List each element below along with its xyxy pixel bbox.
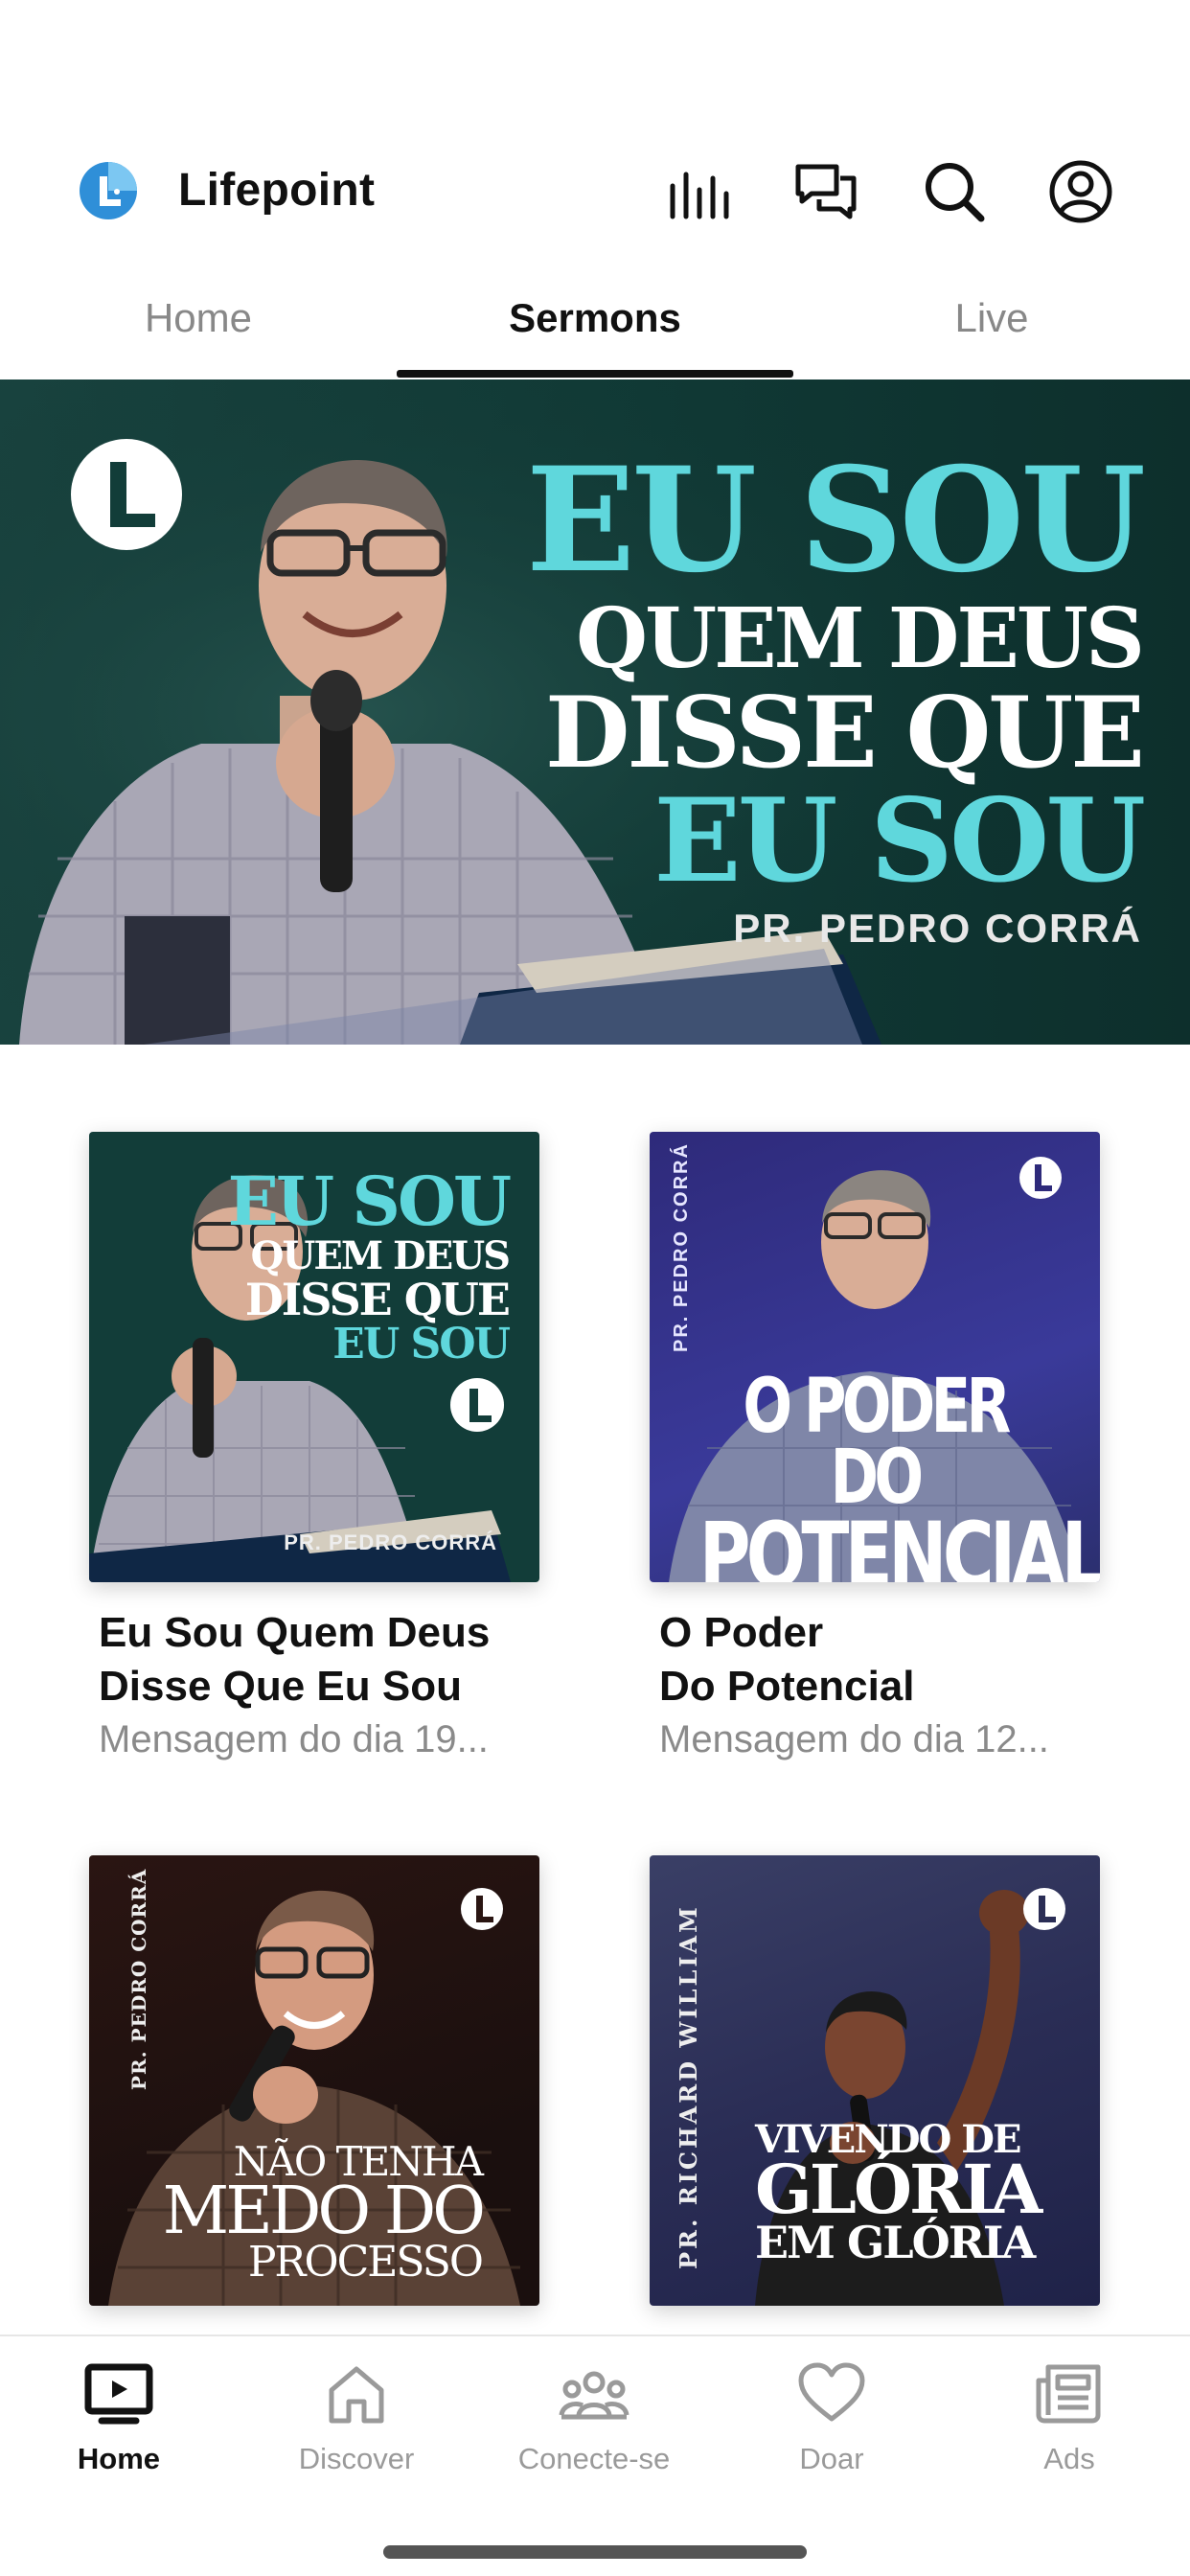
newspaper-icon [1036, 2364, 1101, 2424]
cover-1-title: EU SOU QUEM DEUS DISSE QUE EU SOU [227, 1162, 512, 1368]
app-title: Lifepoint [178, 165, 376, 216]
sermon-title-2-line-1: O Poder [659, 1609, 824, 1656]
profile-icon[interactable] [1046, 157, 1115, 226]
sermon-subtitle-1: Mensagem do dia 19... [99, 1718, 489, 1760]
cover-3-line-2: MEDO DO [162, 2173, 486, 2249]
sermon-cover-3[interactable]: PR. PEDRO CORRÁ NÃO TENHA MEDO DO PROCES… [89, 1855, 539, 2306]
stats-icon[interactable] [665, 157, 734, 226]
cover-2-speaker: PR. PEDRO CORRÁ [671, 1142, 692, 1352]
nav-ads[interactable]: Ads [950, 2358, 1188, 2501]
nav-ads-label: Ads [1043, 2442, 1095, 2475]
sermon-title-1-line-1: Eu Sou Quem Deus [99, 1609, 491, 1656]
cover-4-speaker: PR. RICHARD WILLIAM [675, 1904, 702, 2269]
nav-home[interactable]: Home [0, 2358, 238, 2501]
app-header: Lifepoint [0, 144, 1190, 240]
hero-title-block: EU SOU QUEM DEUS DISSE QUE EU SOU PR. PE… [525, 436, 1146, 951]
nav-discover-label: Discover [298, 2442, 415, 2475]
sermon-cover-1[interactable]: EU SOU QUEM DEUS DISSE QUE EU SOU PR. PE… [89, 1132, 539, 1582]
nav-discover[interactable]: Discover [238, 2358, 475, 2501]
hero-line-2: QUEM DEUS [576, 590, 1145, 687]
nav-conecte-se-label: Conecte-se [517, 2442, 671, 2475]
bottom-nav: Home Discover Conecte-se Doar Ads [0, 2334, 1190, 2576]
cover-2-title: O PODER DO POTENCIAL [650, 1364, 1100, 1582]
home-indicator [383, 2545, 807, 2559]
sermon-cover-4[interactable]: PR. RICHARD WILLIAM VIVENDO DE GLÓRIA EM… [650, 1855, 1100, 2306]
cover-1-line-4: EU SOU [332, 1320, 511, 1368]
cover-1-line-2: QUEM DEUS [250, 1233, 511, 1278]
heart-icon [798, 2362, 865, 2422]
nav-conecte-se[interactable]: Conecte-se [475, 2358, 713, 2501]
cover-2-line-1: O PODER DO [743, 1364, 1011, 1522]
lifepoint-logo [80, 162, 137, 219]
nav-home-label: Home [77, 2442, 161, 2475]
sermon-cover-2[interactable]: PR. PEDRO CORRÁ O PODER DO POTENCIAL [650, 1132, 1100, 1582]
tab-sermons[interactable]: Sermons [397, 291, 793, 345]
hero-line-3: DISSE QUE [544, 676, 1145, 791]
sermon-subtitle-2: Mensagem do dia 12... [659, 1718, 1049, 1760]
sermon-title-1-line-2: Disse Que Eu Sou [99, 1663, 462, 1710]
house-icon [329, 2366, 384, 2424]
cover-2-line-2: POTENCIAL [698, 1504, 1100, 1582]
sermon-title-2[interactable]: O Poder Do Potencial [659, 1606, 1119, 1714]
cover-1-line-1: EU SOU [227, 1162, 512, 1241]
hero-line-4: EU SOU [653, 773, 1146, 908]
tab-live[interactable]: Live [793, 291, 1190, 345]
cover-4-line-2: GLÓRIA [755, 2150, 1042, 2229]
hero-speaker: PR. PEDRO CORRÁ [733, 906, 1142, 951]
cover-3-title: NÃO TENHA MEDO DO PROCESSO [162, 2142, 486, 2284]
chat-icon[interactable] [792, 157, 861, 226]
nav-doar-label: Doar [799, 2442, 864, 2475]
search-icon[interactable] [920, 157, 989, 226]
nav-doar[interactable]: Doar [713, 2358, 950, 2501]
cover-4-line-3: EM GLÓRIA [755, 2216, 1036, 2268]
hero-line-1: EU SOU [525, 436, 1146, 605]
tab-home[interactable]: Home [0, 291, 397, 345]
sermon-title-1[interactable]: Eu Sou Quem Deus Disse Que Eu Sou [99, 1606, 559, 1714]
cover-1-speaker: PR. PEDRO CORRÁ [284, 1530, 497, 1554]
cover-3-speaker: PR. PEDRO CORRÁ [127, 1868, 150, 2090]
cover-1-line-3: DISSE QUE [244, 1274, 511, 1325]
tv-icon [84, 2363, 153, 2425]
sermon-title-2-line-2: Do Potencial [659, 1663, 915, 1710]
featured-sermon-banner[interactable]: EU SOU QUEM DEUS DISSE QUE EU SOU PR. PE… [0, 380, 1190, 1045]
active-tab-indicator [397, 370, 793, 378]
group-icon [559, 2371, 629, 2420]
cover-4-title: VIVENDO DE GLÓRIA EM GLÓRIA [755, 2121, 1042, 2268]
tab-bar: Home Sermons Live [0, 278, 1190, 380]
